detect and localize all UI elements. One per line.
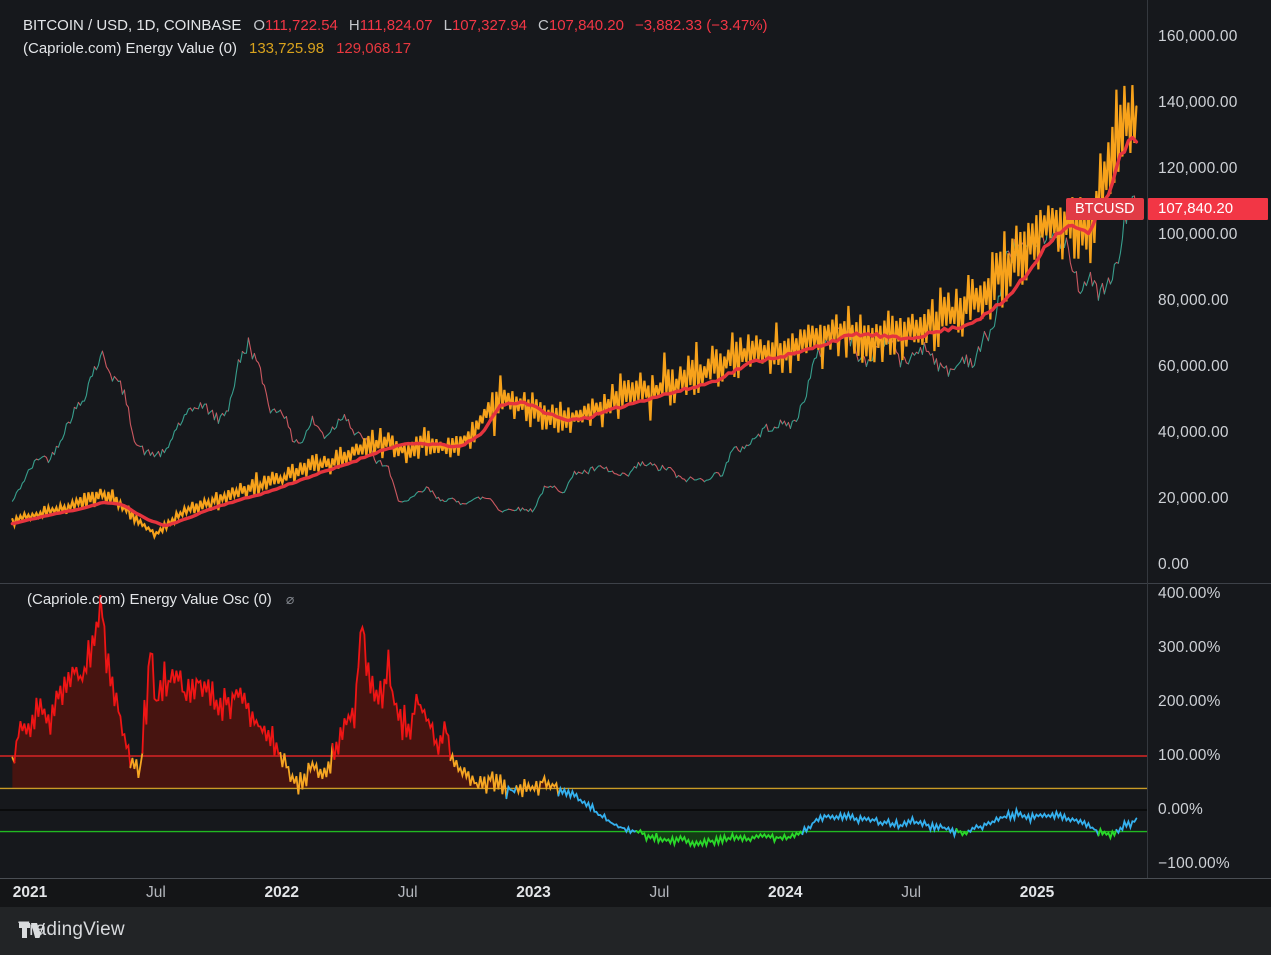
indicator-title: (Capriole.com) Energy Value (0) — [23, 40, 237, 57]
change-value: −3,882.33 (−3.47%) — [635, 17, 768, 34]
time-scale-label-2023: 2023 — [516, 884, 550, 902]
bottom-toolbar: TradingView — [0, 907, 1271, 955]
price-scale[interactable]: 160,000.00 140,000.00 120,000.00 100,000.00… — [1148, 0, 1271, 878]
oscillator-title: (Capriole.com) Energy Value Osc (0) — [27, 591, 272, 608]
time-scale[interactable]: 2021 Jul 2022 Jul 2023 Jul 2024 Jul 2025 — [0, 878, 1271, 907]
price-scale-label: 0.00 — [1158, 556, 1189, 574]
time-scale-label-2024: 2024 — [768, 884, 802, 902]
time-scale-label-jul: Jul — [901, 884, 921, 902]
price-scale-label: 80,000.00 — [1158, 292, 1229, 310]
osc-scale-label: 400.00% — [1158, 585, 1221, 603]
osc-scale-label: 100.00% — [1158, 747, 1221, 765]
osc-scale-label: 200.00% — [1158, 693, 1221, 711]
time-scale-label-jul: Jul — [398, 884, 418, 902]
tradingview-chart-page: BITCOIN / USD, 1D, COINBASE O111,722.54 H… — [0, 0, 1271, 955]
osc-scale-label: 0.00% — [1158, 801, 1203, 819]
price-scale-label: 20,000.00 — [1158, 490, 1229, 508]
oscillator-chart-canvas[interactable] — [0, 584, 1148, 878]
symbol-legend-row[interactable]: BITCOIN / USD, 1D, COINBASE O111,722.54 H… — [23, 14, 768, 37]
ohlc-values: O111,722.54 H111,824.07 L107,327.94 C107,84… — [253, 17, 624, 34]
tradingview-logo[interactable]: TradingView — [18, 919, 125, 941]
time-scale-label-2025: 2025 — [1020, 884, 1054, 902]
price-scale-label: 140,000.00 — [1158, 94, 1238, 112]
indicator-legend-row[interactable]: (Capriole.com) Energy Value (0) 133,725.… — [23, 37, 768, 60]
price-chart-canvas[interactable] — [0, 0, 1148, 584]
time-scale-label-jul: Jul — [146, 884, 166, 902]
price-scale-label: 60,000.00 — [1158, 358, 1229, 376]
last-price-value-badge: 107,840.20 — [1148, 198, 1268, 220]
oscillator-legend-row[interactable]: (Capriole.com) Energy Value Osc (0) ⌀ — [27, 588, 294, 611]
price-scale-label: 120,000.00 — [1158, 160, 1238, 178]
osc-scale-label: −100.00% — [1158, 855, 1230, 873]
price-scale-label: 40,000.00 — [1158, 424, 1229, 442]
indicator-value-primary: 133,725.98 — [249, 40, 324, 57]
last-price-symbol-badge: BTCUSD — [1066, 198, 1144, 220]
time-scale-label-2022: 2022 — [265, 884, 299, 902]
indicator-value-secondary: 129,068.17 — [336, 40, 411, 57]
time-scale-label-jul: Jul — [649, 884, 669, 902]
ohlc-item: H111,824.07 — [349, 17, 433, 34]
ohlc-item: L107,327.94 — [444, 17, 527, 34]
tradingview-logo-icon — [18, 921, 45, 940]
symbol-title: BITCOIN / USD, 1D, COINBASE — [23, 17, 241, 34]
oscillator-legend: (Capriole.com) Energy Value Osc (0) ⌀ — [27, 588, 294, 611]
chart-legend: BITCOIN / USD, 1D, COINBASE O111,722.54 H… — [23, 14, 768, 60]
osc-scale-label: 300.00% — [1158, 639, 1221, 657]
price-scale-label: 100,000.00 — [1158, 226, 1238, 244]
pane-separator[interactable] — [0, 583, 1271, 584]
price-scale-label: 160,000.00 — [1158, 28, 1238, 46]
time-scale-label-2021: 2021 — [13, 884, 47, 902]
ohlc-item: O111,722.54 — [253, 17, 338, 34]
ohlc-item: C107,840.20 — [538, 17, 624, 34]
hide-indicator-icon[interactable]: ⌀ — [286, 591, 294, 608]
